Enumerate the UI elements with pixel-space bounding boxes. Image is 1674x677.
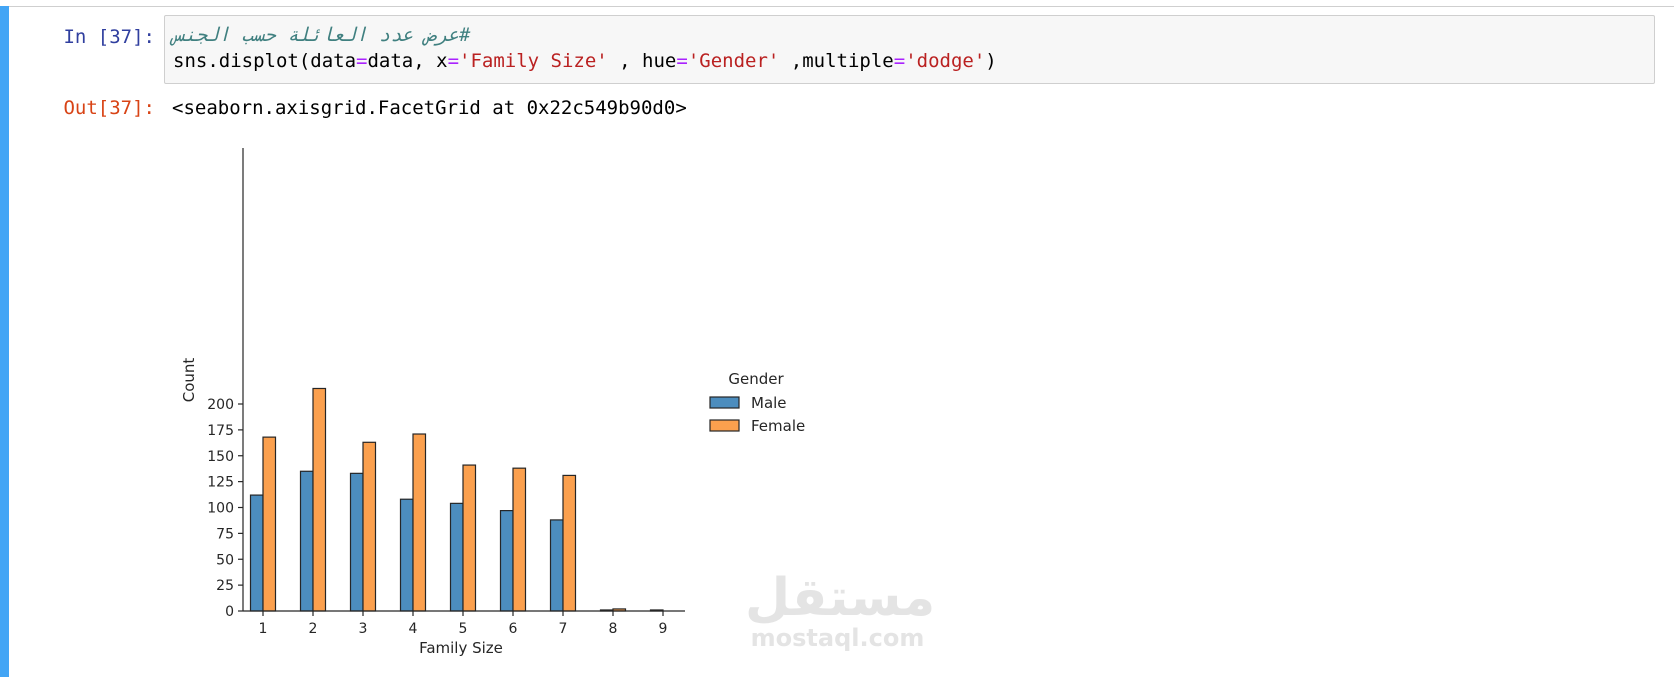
- bar-male: [399, 498, 414, 612]
- bar-female: [512, 467, 527, 612]
- x-tick-label: 8: [609, 621, 618, 637]
- bar-male: [299, 470, 314, 612]
- y-axis-label: Count: [180, 358, 198, 403]
- x-tick-label: 1: [259, 621, 268, 637]
- x-tick-label: 3: [359, 621, 368, 637]
- legend-title: Gender: [728, 370, 784, 388]
- x-tick-label: 9: [659, 621, 668, 637]
- x-tick-label: 7: [559, 621, 568, 637]
- y-tick-label: 200: [207, 397, 234, 413]
- x-tick-label: 4: [409, 621, 418, 637]
- bar-female: [562, 474, 577, 612]
- x-tick-label: 5: [459, 621, 468, 637]
- y-tick-label: 0: [225, 604, 234, 620]
- y-tick-label: 50: [216, 552, 234, 568]
- legend-label-male: Male: [751, 394, 787, 412]
- bar-male: [449, 502, 464, 612]
- x-tick-label: 2: [309, 621, 318, 637]
- bar-female: [362, 441, 377, 612]
- y-tick-label: 175: [207, 423, 234, 439]
- y-tick-label: 125: [207, 475, 234, 491]
- x-tick-label: 6: [509, 621, 518, 637]
- watermark-latin: mostaql.com: [750, 624, 925, 652]
- watermark-arabic: مستقل: [745, 568, 936, 628]
- legend-swatch-female: [709, 419, 740, 432]
- mostaql-watermark: مستقل mostaql.com: [745, 568, 936, 652]
- bar-female: [462, 464, 477, 612]
- bar-male: [249, 494, 264, 612]
- bar-female: [262, 436, 277, 612]
- x-axis-label: Family Size: [419, 639, 503, 657]
- y-tick-label: 100: [207, 501, 234, 517]
- y-tick-label: 25: [216, 578, 234, 594]
- legend-swatch-male: [709, 396, 740, 409]
- bar-male: [499, 510, 514, 612]
- legend-label-female: Female: [751, 417, 805, 435]
- bar-male: [549, 519, 564, 612]
- y-tick-label: 75: [216, 526, 234, 542]
- bar-female: [412, 433, 427, 612]
- bar-female: [312, 387, 327, 612]
- bar-male: [349, 472, 364, 612]
- y-tick-label: 150: [207, 449, 234, 465]
